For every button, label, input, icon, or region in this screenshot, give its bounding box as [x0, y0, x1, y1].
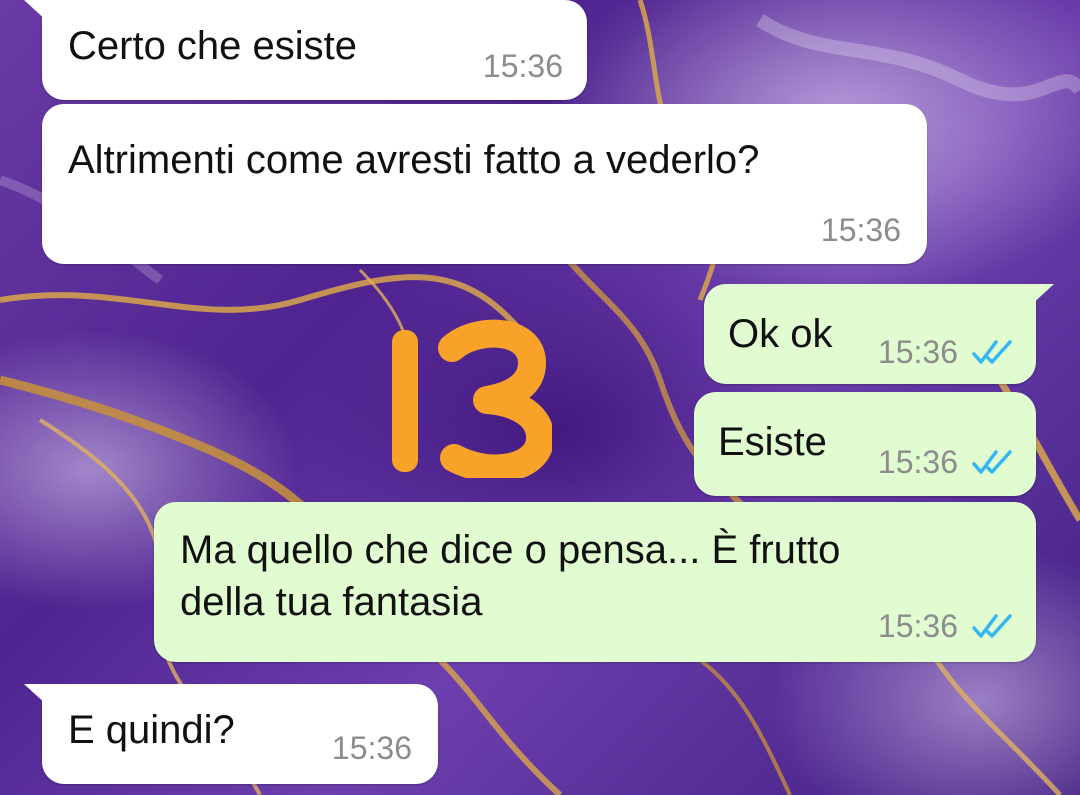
read-double-check-icon	[972, 614, 1012, 638]
message-text: Altrimenti come avresti fatto a vederlo?	[68, 138, 760, 182]
message-timestamp: 15:36	[877, 334, 958, 370]
message-bubble-outgoing[interactable]: Ma quello che dice o pensa... È frutto d…	[154, 502, 1036, 662]
message-text: E quindi?	[68, 708, 235, 752]
bubble-tail	[24, 0, 48, 22]
message-meta: 15:36	[878, 334, 1016, 370]
message-meta: 15:36	[878, 444, 1016, 480]
message-timestamp: 15:36	[877, 444, 958, 480]
message-bubble-outgoing[interactable]: Esiste 15:36	[694, 392, 1036, 496]
bubble-tail	[24, 684, 48, 706]
message-text: Ma quello che dice o pensa... È frutto d…	[180, 528, 841, 624]
message-text: Ok ok	[728, 312, 833, 356]
read-double-check-icon	[972, 450, 1012, 474]
message-bubble-incoming[interactable]: Certo che esiste 15:36	[24, 0, 587, 100]
message-bubble-incoming[interactable]: Altrimenti come avresti fatto a vederlo?…	[42, 104, 927, 264]
message-text: Esiste	[718, 420, 827, 464]
message-timestamp: 15:36	[877, 608, 958, 644]
sticker-13[interactable]: 13	[382, 318, 552, 478]
message-text: Certo che esiste	[68, 24, 358, 68]
message-timestamp: 15:36	[331, 730, 412, 766]
message-bubble-outgoing[interactable]: Ok ok 15:36	[704, 284, 1054, 384]
message-meta: 15:36	[878, 608, 1016, 644]
read-double-check-icon	[972, 340, 1012, 364]
message-timestamp: 15:36	[482, 48, 563, 84]
message-timestamp: 15:36	[820, 212, 901, 248]
message-bubble-incoming[interactable]: E quindi? 15:36	[24, 684, 438, 784]
bubble-tail	[1030, 284, 1054, 306]
